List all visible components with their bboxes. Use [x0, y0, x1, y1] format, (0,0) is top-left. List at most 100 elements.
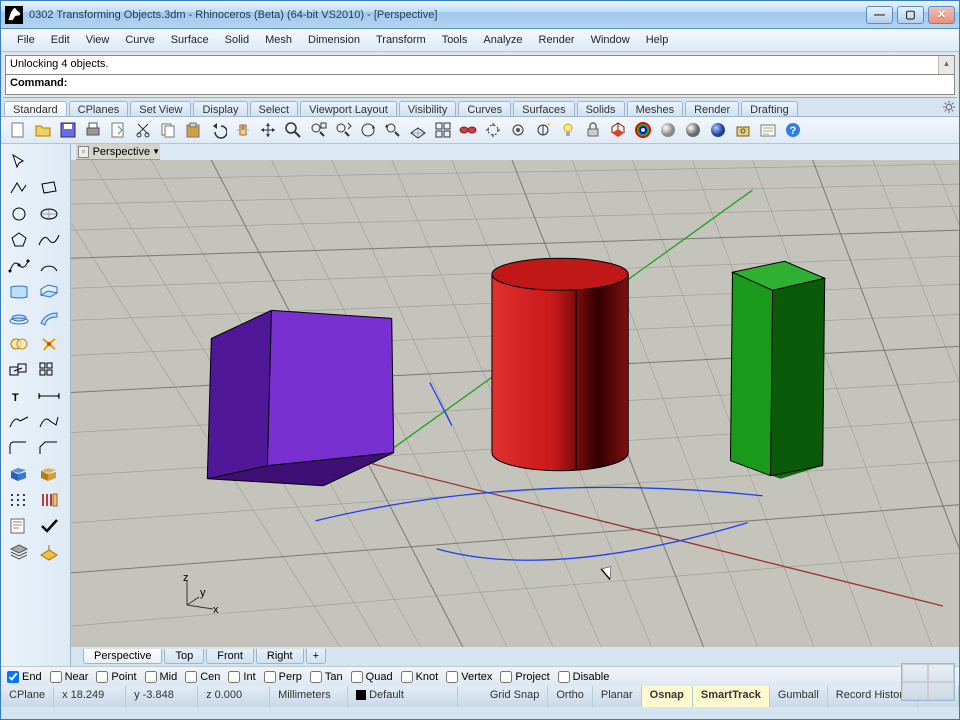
menu-view[interactable]: View	[78, 31, 118, 49]
grid-dots-icon[interactable]	[5, 488, 33, 512]
tab-select[interactable]: Select	[250, 101, 299, 116]
command-history[interactable]: Unlocking 4 objects. ▴ ▾	[5, 55, 955, 75]
menu-solid[interactable]: Solid	[217, 31, 257, 49]
paste-icon[interactable]	[182, 119, 204, 141]
select-tool-icon[interactable]	[5, 150, 33, 174]
menu-help[interactable]: Help	[638, 31, 677, 49]
maximize-button[interactable]: ▢	[897, 6, 924, 24]
menu-surface[interactable]: Surface	[163, 31, 217, 49]
viewport-restore-icon[interactable]: ▫	[78, 146, 89, 158]
trim-icon[interactable]	[507, 119, 529, 141]
layers-icon[interactable]	[5, 540, 33, 564]
menu-dimension[interactable]: Dimension	[300, 31, 368, 49]
vtab-perspective[interactable]: Perspective	[83, 649, 162, 664]
transform-icon[interactable]	[5, 358, 33, 382]
osnap-point[interactable]: Point	[96, 671, 136, 683]
tab-drafting[interactable]: Drafting	[741, 101, 798, 116]
osnap-project[interactable]: Project	[500, 671, 549, 683]
scroll-up-icon[interactable]: ▴	[939, 56, 954, 70]
perspective-viewport[interactable]: z y x	[71, 160, 959, 647]
copy-icon[interactable]	[157, 119, 179, 141]
save-icon[interactable]	[57, 119, 79, 141]
close-button[interactable]: ✕	[928, 6, 955, 24]
shade-orange-icon[interactable]	[607, 119, 629, 141]
options-icon[interactable]	[732, 119, 754, 141]
explode-tool-icon[interactable]	[35, 332, 63, 356]
osnap-cen[interactable]: Cen	[185, 671, 220, 683]
solid-special-icon[interactable]	[35, 462, 63, 486]
shade-rainbow-icon[interactable]	[632, 119, 654, 141]
menu-tools[interactable]: Tools	[434, 31, 476, 49]
new-icon[interactable]	[7, 119, 29, 141]
tab-standard[interactable]: Standard	[4, 101, 67, 116]
tab-setview[interactable]: Set View	[130, 101, 191, 116]
notes-icon[interactable]	[5, 514, 33, 538]
menu-window[interactable]: Window	[583, 31, 638, 49]
fillet-icon[interactable]	[5, 436, 33, 460]
revolve-icon[interactable]	[5, 306, 33, 330]
solid-box-icon[interactable]	[5, 462, 33, 486]
check-icon[interactable]	[35, 514, 63, 538]
command-input[interactable]: Command:	[5, 75, 955, 95]
dimension-icon[interactable]	[35, 384, 63, 408]
status-osnap[interactable]: Osnap	[642, 686, 693, 707]
boolean-icon[interactable]	[5, 332, 33, 356]
file-prop-icon[interactable]	[107, 119, 129, 141]
extrude-icon[interactable]	[35, 280, 63, 304]
circle-icon[interactable]	[5, 202, 33, 226]
osnap-perp[interactable]: Perp	[264, 671, 302, 683]
osnap-quad[interactable]: Quad	[351, 671, 393, 683]
purple-cube[interactable]	[207, 310, 393, 485]
menu-analyze[interactable]: Analyze	[475, 31, 530, 49]
menu-transform[interactable]: Transform	[368, 31, 434, 49]
polyline-icon[interactable]	[5, 176, 33, 200]
interp-curve-icon[interactable]	[5, 254, 33, 278]
status-planar[interactable]: Planar	[593, 686, 642, 707]
vtab-add[interactable]: +	[306, 649, 326, 664]
sweep-icon[interactable]	[35, 306, 63, 330]
zoom-extents-icon[interactable]	[307, 119, 329, 141]
status-gumball[interactable]: Gumball	[770, 686, 828, 707]
tab-solids[interactable]: Solids	[577, 101, 625, 116]
print-icon[interactable]	[82, 119, 104, 141]
undo-view-icon[interactable]	[382, 119, 404, 141]
lock-icon[interactable]	[582, 119, 604, 141]
nurbs-curve-icon[interactable]	[35, 228, 63, 252]
array-icon[interactable]	[35, 358, 63, 382]
levels-icon[interactable]	[35, 488, 63, 512]
osnap-vertex[interactable]: Vertex	[446, 671, 492, 683]
tab-meshes[interactable]: Meshes	[627, 101, 684, 116]
light-icon[interactable]	[557, 119, 579, 141]
viewport-titlebar[interactable]: ▫ Perspective ▼	[76, 144, 160, 160]
menu-file[interactable]: File	[9, 31, 43, 49]
menu-mesh[interactable]: Mesh	[257, 31, 300, 49]
zoom-icon[interactable]	[282, 119, 304, 141]
tab-display[interactable]: Display	[193, 101, 247, 116]
vtab-right[interactable]: Right	[256, 649, 304, 664]
status-smarttrack[interactable]: SmartTrack	[693, 686, 770, 707]
osnap-knot[interactable]: Knot	[401, 671, 439, 683]
status-layer[interactable]: Default	[348, 686, 458, 707]
render-sphere2-icon[interactable]	[682, 119, 704, 141]
preferences-icon[interactable]	[757, 119, 779, 141]
tab-curves[interactable]: Curves	[458, 101, 511, 116]
move-icon[interactable]	[257, 119, 279, 141]
curve-line-icon[interactable]	[5, 410, 33, 434]
osnap-disable[interactable]: Disable	[558, 671, 610, 683]
render-sphere3-icon[interactable]	[707, 119, 729, 141]
tab-surfaces[interactable]: Surfaces	[513, 101, 574, 116]
vtab-top[interactable]: Top	[164, 649, 204, 664]
status-gridsnap[interactable]: Grid Snap	[482, 686, 549, 707]
help-icon[interactable]: ?	[782, 119, 804, 141]
ellipse-icon[interactable]	[35, 202, 63, 226]
viewport-dropdown-icon[interactable]: ▼	[152, 147, 160, 156]
tab-visibility[interactable]: Visibility	[399, 101, 457, 116]
osnap-near[interactable]: Near	[50, 671, 89, 683]
status-units[interactable]: Millimeters	[270, 686, 348, 707]
open-icon[interactable]	[32, 119, 54, 141]
cplane-icon[interactable]	[407, 119, 429, 141]
text-tool-icon[interactable]: T	[5, 384, 33, 408]
menu-render[interactable]: Render	[531, 31, 583, 49]
osnap-int[interactable]: Int	[228, 671, 255, 683]
osnap-icons-block[interactable]	[901, 663, 955, 701]
